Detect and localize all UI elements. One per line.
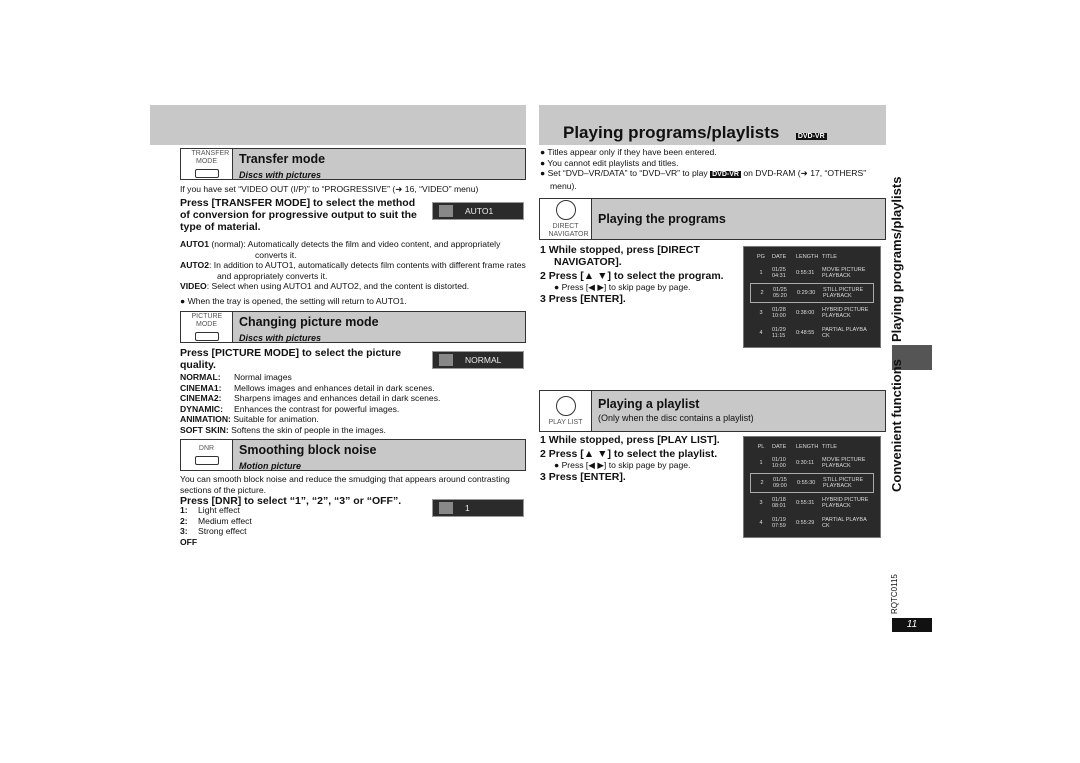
transfer-intro: If you have set “VIDEO OUT (I/P)” to “PR… (180, 184, 479, 194)
right-header-bar: Playing programs/playlists DVD-VR (539, 105, 886, 145)
screen-row[interactable]: 1 01/25 04:31 0:55:31 MOVIE PICTURE PLAYBAC… (750, 263, 874, 283)
screen-header: TITLE (822, 444, 837, 450)
picture-options: NORMAL: Normal images CINEMA1: Mellows ima… (180, 372, 441, 435)
screen-row[interactable]: 3 01/18 08:01 0:55:31 HYBRID PICTURE PLAYBA… (750, 493, 874, 513)
screen-cell: 4 (759, 330, 763, 336)
dvd-vr-badge: DVD-VR (795, 133, 827, 140)
document-code: RQTC0115 (890, 574, 899, 614)
picture-mode-section: PICTURE MODE Changing picture mode Discs … (180, 311, 526, 343)
section-subtitle: Motion picture (239, 461, 301, 471)
page-title: Playing programs/playlists (563, 123, 780, 142)
screen-header: DATE (772, 444, 787, 450)
screen-row[interactable]: 1 01/10 10:00 0:30:11 MOVIE PICTURE PLAYBAC… (750, 453, 874, 473)
screen-cell: STILL PICTURE PLAYBACK (823, 477, 864, 489)
screen-cell: HYBRID PICTURE PLAYBACK (822, 307, 869, 319)
screen-cell: 01/18 08:01 (772, 497, 786, 509)
screen-row[interactable]: 4 01/19 07:59 0:55:29 PARTIAL PLAYBA CK (750, 513, 874, 533)
transfer-instruction: Press [TRANSFER MODE] to select the meth… (180, 197, 417, 233)
screen-cell: 0:55:31 (796, 270, 815, 276)
screen-cell: MOVIE PICTURE PLAYBACK (822, 267, 866, 279)
section-title: Playing the programs (598, 212, 726, 226)
screen-cell: 0:38:00 (796, 310, 815, 316)
dnr-options: 1: Light effect 2: Medium effect 3: Strong … (180, 505, 252, 547)
screen-cell: 01/28 10:00 (772, 307, 786, 319)
dnr-intro: You can smooth block noise and reduce th… (180, 474, 510, 495)
playing-playlist-section: PLAY LIST Playing a playlist (Only when t… (539, 390, 886, 432)
screen-cell: 01/25 05:20 (773, 287, 787, 299)
screen-cell: 3 (759, 500, 763, 506)
dnr-button-icon: DNR (181, 440, 233, 470)
screen-header: LENGTH (796, 254, 819, 260)
screen-header: TITLE (822, 254, 837, 260)
screen-cell: 4 (759, 520, 763, 526)
screen-cell: PARTIAL PLAYBA CK (822, 327, 867, 339)
screen-cell: 2 (760, 290, 764, 296)
screen-cell: 0:55:30 (797, 480, 816, 486)
screen-row[interactable]: 4 01/29 11:15 0:48:55 PARTIAL PLAYBA CK (750, 323, 874, 343)
screen-cell: 01/15 09:00 (773, 477, 787, 489)
picture-mode-button-icon: PICTURE MODE (181, 312, 233, 342)
side-section-label: Playing programs/playlists (889, 176, 904, 342)
screen-cell: 01/10 10:00 (772, 457, 786, 469)
screen-cell: 0:55:31 (796, 500, 815, 506)
side-chapter-label: Convenient functions (889, 359, 904, 492)
screen-cell: 0:48:55 (796, 330, 815, 336)
osd-dnr: 1 (432, 499, 524, 517)
osd-normal: NORMAL (432, 351, 524, 369)
dnr-section: DNR Smoothing block noise Motion picture (180, 439, 526, 471)
direct-navigator-screen: PG DATE LENGTH TITLE 1 01/25 04:31 0:55:31 MOVI… (743, 246, 881, 348)
screen-row[interactable]: 2 01/15 09:00 0:55:30 STILL PICTURE PLAYBAC… (750, 473, 874, 493)
transfer-mode-button-icon: TRANSFER MODE (181, 149, 233, 179)
playing-programs-section: DIRECT NAVIGATOR Playing the programs (539, 198, 886, 240)
play-list-button-icon: PLAY LIST (540, 391, 592, 431)
section-subtitle: (Only when the disc contains a playlist) (598, 413, 754, 423)
section-subtitle: Discs with pictures (239, 333, 322, 343)
section-subtitle: Discs with pictures (239, 170, 322, 180)
screen-header: PG (757, 254, 765, 260)
osd-auto1: AUTO1 (432, 202, 524, 220)
page-number: 11 (892, 618, 932, 632)
playlist-screen: PL DATE LENGTH TITLE 1 01/10 10:00 0:30:11 MOVI… (743, 436, 881, 538)
screen-cell: 3 (759, 310, 763, 316)
screen-cell: 01/25 04:31 (772, 267, 786, 279)
screen-row[interactable]: 2 01/25 05:20 0:29:30 STILL PICTURE PLAYBAC… (750, 283, 874, 303)
screen-cell: 01/29 11:15 (772, 327, 786, 339)
screen-cell: 0:30:11 (796, 460, 814, 466)
screen-cell: 0:55:29 (796, 520, 815, 526)
transfer-options: AUTO1 (normal): Automatically detects th… (180, 239, 526, 306)
direct-navigator-button-icon: DIRECT NAVIGATOR (540, 199, 592, 239)
section-title: Playing a playlist (598, 397, 700, 411)
screen-cell: 1 (759, 460, 763, 466)
picture-instruction: Press [PICTURE MODE] to select the pictu… (180, 347, 402, 371)
screen-cell: 2 (760, 480, 764, 486)
screen-cell: HYBRID PICTURE PLAYBACK (822, 497, 869, 509)
right-notes: ● Titles appear only if they have been e… (540, 147, 867, 191)
left-header-bar (150, 105, 526, 145)
section-title: Changing picture mode (239, 315, 379, 329)
screen-header: DATE (772, 254, 787, 260)
section-title: Transfer mode (239, 152, 326, 166)
screen-cell: STILL PICTURE PLAYBACK (823, 287, 864, 299)
screen-cell: PARTIAL PLAYBA CK (822, 517, 867, 529)
playlist-steps: 1 While stopped, press [PLAY LIST]. 2 Pr… (540, 434, 720, 483)
screen-header: LENGTH (796, 444, 819, 450)
screen-cell: 1 (759, 270, 763, 276)
screen-header: PL (757, 444, 765, 450)
screen-cell: 01/19 07:59 (772, 517, 786, 529)
transfer-mode-section: TRANSFER MODE Transfer mode Discs with pi… (180, 148, 526, 180)
screen-row[interactable]: 3 01/28 10:00 0:38:00 HYBRID PICTURE PLAYBA… (750, 303, 874, 323)
screen-cell: MOVIE PICTURE PLAYBACK (822, 457, 866, 469)
screen-cell: 0:29:30 (797, 290, 816, 296)
programs-steps: 1 While stopped, press [DIRECT NAVIGATOR… (540, 244, 724, 305)
section-title: Smoothing block noise (239, 443, 377, 457)
